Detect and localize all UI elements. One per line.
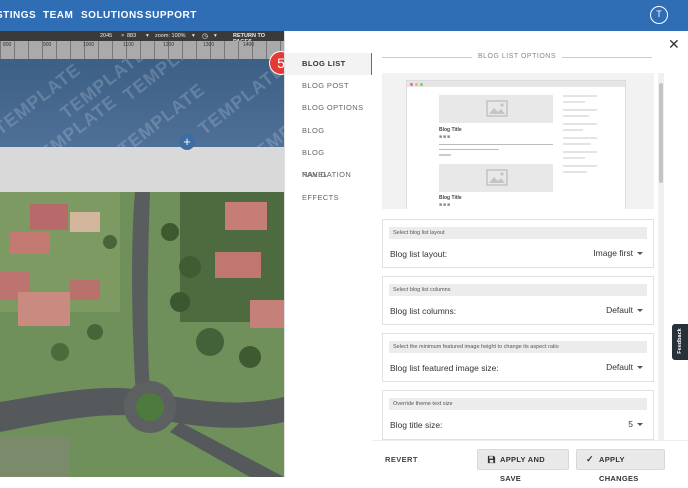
section-spacer [0,147,284,192]
menu-item-effects[interactable]: EFFECTS [285,187,373,209]
nav-item-team[interactable]: TEAM [43,10,73,21]
template-watermark: TEMPLATE [194,59,284,139]
canvas-width-value[interactable]: 2045 [100,33,112,39]
section-title-text: BLOG LIST OPTIONS [477,53,556,60]
feedback-tab[interactable]: Feedback [672,324,688,360]
blog-list-preview: Blog Title ■■■ Blog Title ■■■ [382,73,654,209]
option-label: Blog list layout: [390,249,448,259]
option-featured-image-size: Select the minimum featured image height… [382,333,654,382]
save-icon [487,450,496,471]
option-hint: Select blog list layout [389,227,647,239]
ruler-tick: 1200 [163,42,175,48]
blog-list-layout-select[interactable]: Image first [593,248,643,258]
feedback-label: Feedback [677,328,683,354]
image-placeholder-icon [439,164,553,192]
menu-item-blog-options[interactable]: BLOG OPTIONS [285,97,373,119]
nav-item-solutions[interactable]: SOLUTIONS [81,10,144,21]
plus-icon: + [183,134,191,149]
menu-item-panel[interactable]: PANEL [285,164,373,186]
check-icon: ✓ [586,454,594,464]
option-hint: Select blog list columns [389,284,647,296]
top-navigation-bar: STINGS TEAM SOLUTIONS SUPPORT T [0,0,688,31]
caret-down-icon [637,366,643,370]
close-icon[interactable]: ✕ [668,37,680,53]
nav-item-listings[interactable]: STINGS [0,10,36,21]
menu-item-blog[interactable]: BLOG [285,120,373,142]
chevron-down-icon: ▾ [214,33,217,39]
section-heading: BLOG LIST OPTIONS [382,52,652,64]
ruler-tick: 1100 [123,42,134,48]
history-icon[interactable]: ◷ [202,32,208,40]
option-blog-list-columns: Select blog list columns Blog list colum… [382,276,654,325]
menu-item-blog-post[interactable]: BLOG POST [285,75,373,97]
featured-image-size-select[interactable]: Default [606,362,643,372]
user-avatar[interactable]: T [650,6,668,24]
blog-list-columns-select[interactable]: Default [606,305,643,315]
editor-canvas: 2045 × 883 ▾ zoom: 100% ▾ ◷ ▾ RETURN TO … [0,31,284,477]
preview-post-title: Blog Title [439,195,462,201]
preview-post-title: Blog Title [439,127,462,133]
aerial-neighborhood-image [0,192,284,477]
image-placeholder-icon [439,95,553,123]
editor-toolbar: 2045 × 883 ▾ zoom: 100% ▾ ◷ ▾ RETURN TO … [0,31,284,45]
blog-settings-menu: BLOG LIST BLOG POST BLOG OPTIONS BLOG BL… [284,31,373,477]
ruler-tick: 1400 [243,42,255,48]
option-hint: Select the minimum featured image height… [389,341,647,353]
chevron-down-icon: ▾ [146,33,149,39]
horizontal-ruler: 800 900 1000 1100 1200 1300 1400 [0,41,284,59]
aerial-photo-illustration [0,192,284,477]
chevron-down-icon: ▾ [192,33,195,39]
blog-title-size-select[interactable]: 5 [628,419,643,429]
ruler-tick: 800 [3,42,12,48]
size-separator: × [121,33,125,39]
zoom-selector[interactable]: zoom: 100% [155,33,186,39]
preview-browser-window: Blog Title ■■■ Blog Title ■■■ [406,80,626,209]
apply-changes-button[interactable]: ✓ APPLY CHANGES [576,449,665,483]
ruler-tick: 1000 [83,42,95,48]
menu-item-blog-navigation[interactable]: BLOG NAVIGATION [285,142,373,179]
option-label: Blog title size: [390,420,443,430]
caret-down-icon [637,252,643,256]
add-section-button[interactable]: + [179,134,195,150]
ruler-tick: 900 [43,42,52,48]
canvas-height-value[interactable]: 883 [127,33,136,39]
apply-and-save-button[interactable]: APPLY AND SAVE [477,449,569,483]
option-blog-title-size: Override theme text size Blog title size… [382,390,654,440]
menu-item-blog-list[interactable]: BLOG LIST [285,53,373,75]
option-label: Blog list featured image size: [390,363,499,373]
panel-scrollbar[interactable] [658,73,664,445]
scrollbar-thumb[interactable] [659,83,663,183]
option-blog-list-layout: Select blog list layout Blog list layout… [382,219,654,268]
hero-section[interactable]: TEMPLATE TEMPLATE TEMPLATE TEMPLATE TEMP… [0,59,284,147]
option-hint: Override theme text size [389,398,647,410]
caret-down-icon [637,309,643,313]
caret-down-icon [637,423,643,427]
nav-item-support[interactable]: SUPPORT [145,10,197,21]
ruler-tick: 1300 [203,42,215,48]
revert-button[interactable]: REVERT [385,455,418,464]
option-label: Blog list columns: [390,306,457,316]
